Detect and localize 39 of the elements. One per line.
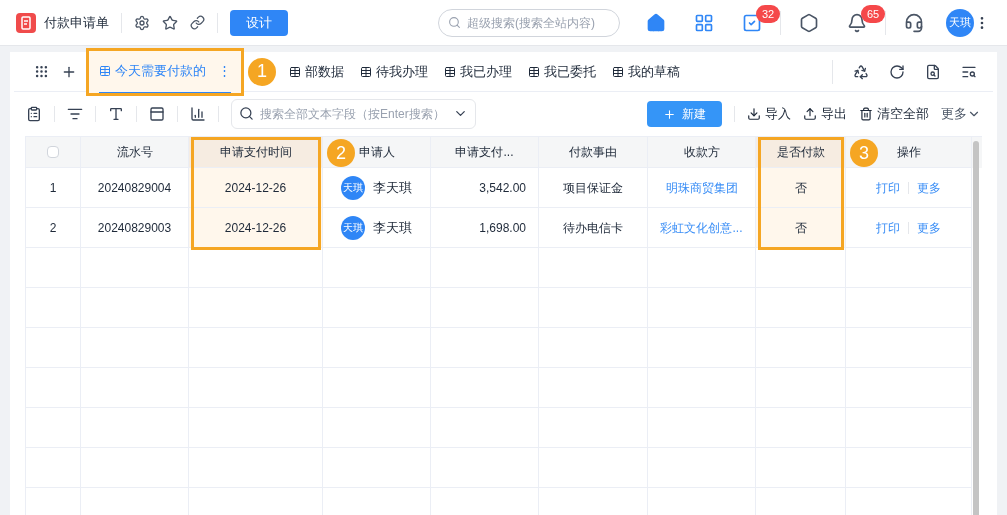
column-header[interactable]: 申请支付... xyxy=(431,137,539,168)
row-number: 2 xyxy=(26,208,81,248)
table-cell: 否 xyxy=(756,168,846,208)
user-avatar[interactable]: 天琪 xyxy=(946,8,974,37)
global-search-field[interactable]: 超级搜索(搜索全站内容) xyxy=(438,8,620,37)
view-tab[interactable]: 我已办理 xyxy=(436,51,520,92)
app-title: 付款申请单 xyxy=(44,13,109,32)
user-avatar: 天琪 xyxy=(341,175,365,200)
row-action-link[interactable]: 打印 xyxy=(876,178,900,197)
table-cell: 2024-12-26 xyxy=(189,168,323,208)
view-tab[interactable]: 部数据 xyxy=(281,51,352,92)
table-cell: 待办电信卡 xyxy=(539,208,648,248)
view-tab[interactable]: 我已委托 xyxy=(520,51,604,92)
row-number: 1 xyxy=(26,168,81,208)
table-search-field[interactable]: 搜索全部文本字段（按Enter搜索） xyxy=(231,99,476,129)
row-action-link[interactable]: 打印 xyxy=(876,218,900,237)
row-action-link[interactable]: 更多 xyxy=(917,218,941,237)
payee-link[interactable]: 彩虹文化创意... xyxy=(660,218,743,237)
applicant-name: 李天琪 xyxy=(373,218,412,237)
callout-marker: 1 xyxy=(248,57,276,86)
design-button[interactable]: 设计 xyxy=(230,9,288,36)
column-header[interactable]: 付款事由 xyxy=(539,137,648,168)
toolbar-action[interactable]: 导出 xyxy=(803,104,847,124)
applicant-name: 李天琪 xyxy=(373,178,412,197)
row-action-link[interactable]: 更多 xyxy=(917,178,941,197)
table-cell: 2024-12-26 xyxy=(189,208,323,248)
user-avatar: 天琪 xyxy=(341,215,365,240)
toolbar-action[interactable]: 导入 xyxy=(747,104,791,124)
notification-badge: 32 xyxy=(756,4,781,23)
table-cell: 3,542.00 xyxy=(431,168,539,208)
view-tab[interactable]: 我的草稿 xyxy=(604,51,688,92)
table-cell: 否 xyxy=(756,208,846,248)
table-cell: 项目保证金 xyxy=(539,168,648,208)
view-tab[interactable]: 待我办理 xyxy=(352,51,436,92)
notification-badge: 65 xyxy=(861,4,886,23)
view-tab[interactable]: 今天需要付款的 ⋮ xyxy=(89,50,241,93)
more-menu[interactable]: 更多 xyxy=(941,104,981,124)
toolbar-action[interactable]: 清空全部 xyxy=(859,104,929,124)
table-cell: 1,698.00 xyxy=(431,208,539,248)
